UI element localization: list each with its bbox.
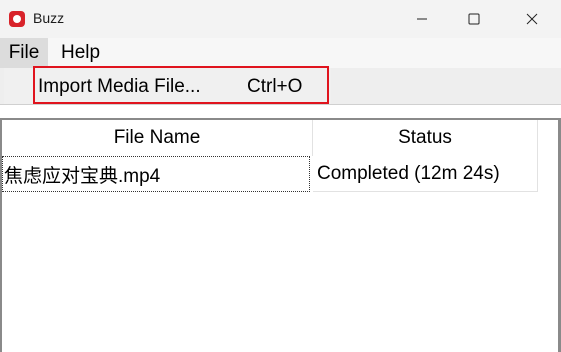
menu-file-label: File (8, 42, 40, 63)
menu-help-label: Help (61, 42, 101, 63)
status-cell[interactable]: Completed (12m 24s) (313, 156, 538, 192)
minimize-icon (417, 18, 427, 20)
import-media-file-menu-item[interactable]: Import Media File... Ctrl+O (33, 66, 329, 104)
menu-bar: File Help (0, 38, 561, 68)
maximize-icon (468, 13, 480, 25)
close-button[interactable] (509, 0, 555, 38)
import-media-file-shortcut: Ctrl+O (247, 76, 303, 97)
maximize-button[interactable] (451, 0, 497, 38)
import-media-file-label: Import Media File... (38, 76, 201, 97)
file-name-cell[interactable]: 焦虑应对宝典.mp4 (2, 156, 310, 192)
menu-help[interactable]: Help (61, 42, 100, 64)
column-header-status[interactable]: Status (313, 120, 538, 156)
close-icon (526, 13, 538, 25)
table-row[interactable]: 焦虑应对宝典.mp4 Completed (12m 24s) (2, 156, 538, 192)
menu-file[interactable]: File (0, 38, 48, 68)
minimize-button[interactable] (399, 0, 445, 38)
app-icon (9, 11, 25, 27)
title-bar: Buzz (0, 0, 561, 38)
window-title: Buzz (33, 10, 65, 26)
column-header-file-name[interactable]: File Name (2, 120, 313, 156)
